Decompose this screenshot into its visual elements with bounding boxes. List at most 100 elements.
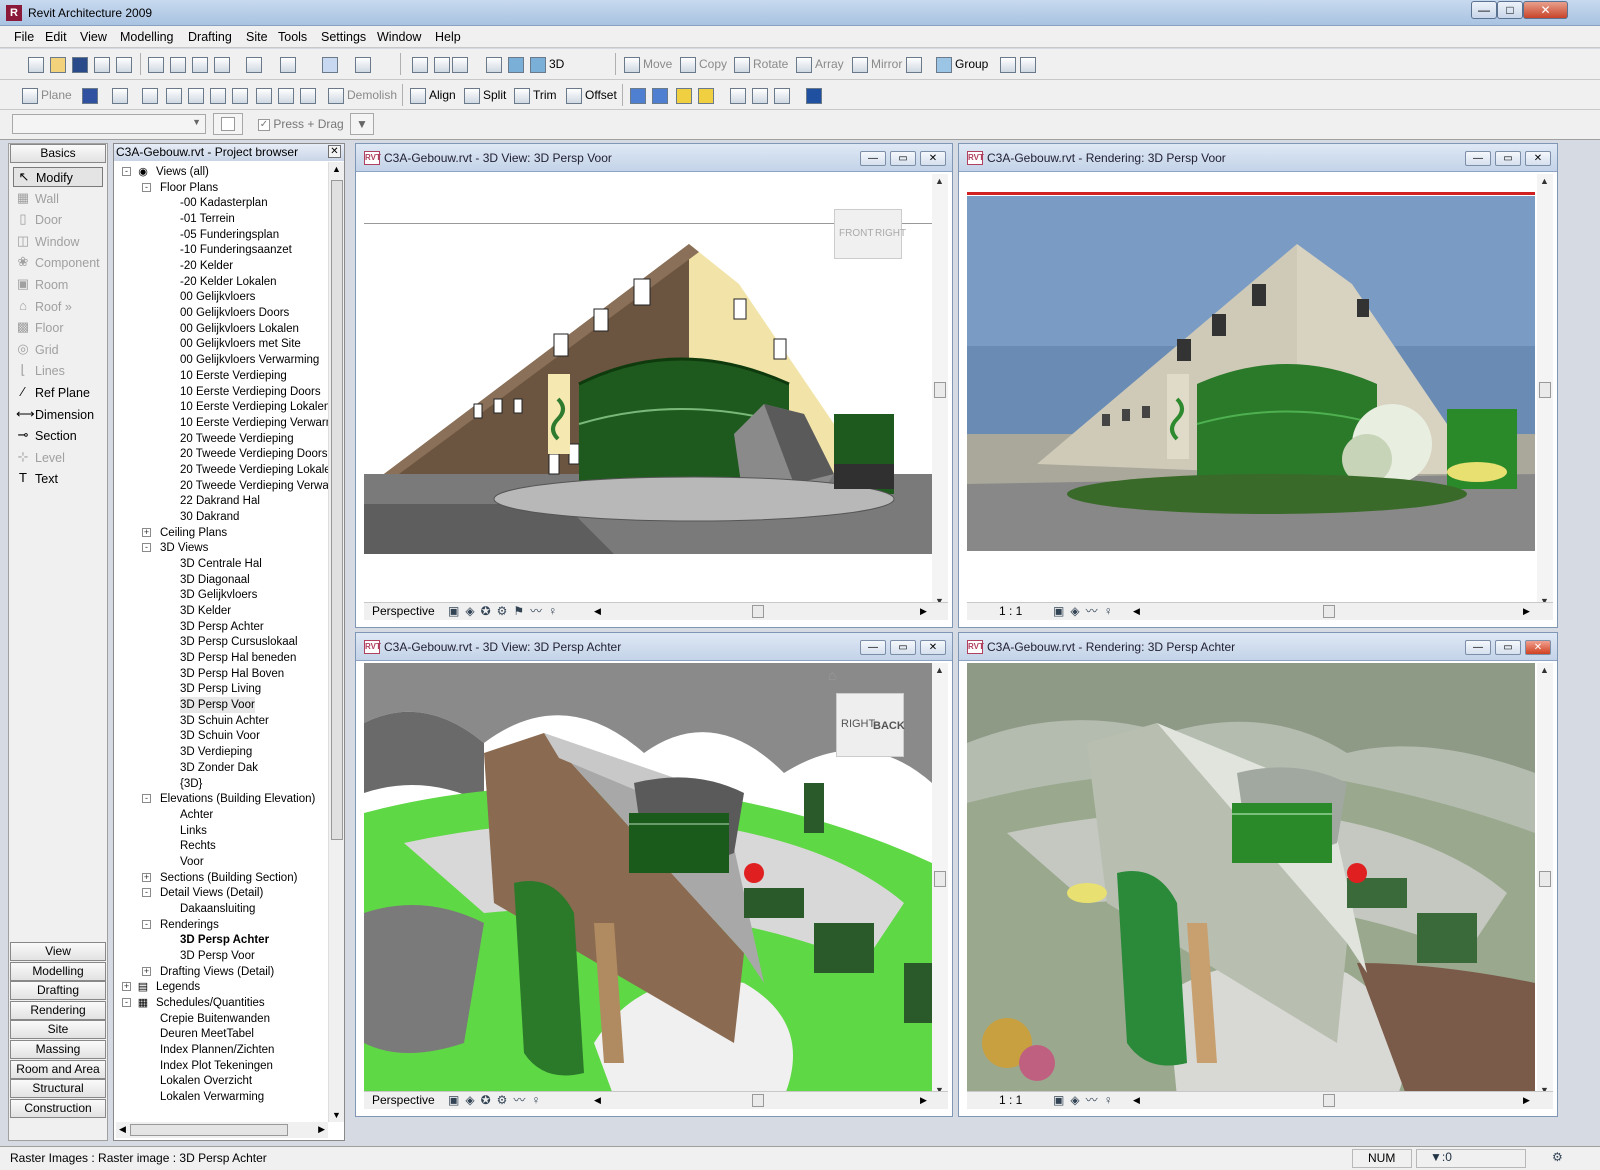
tree-view-node[interactable]: Achter <box>180 807 213 823</box>
view-window-3d-persp-achter[interactable]: RVT C3A-Gebouw.rvt - 3D View: 3D Persp A… <box>355 632 953 1117</box>
grid-snap-icon[interactable] <box>82 85 101 105</box>
minimize-button[interactable]: — <box>1471 1 1497 19</box>
design-bar-dimension-button[interactable]: ⟷ Dimension <box>13 405 103 425</box>
design-bar-level-button[interactable]: ⊹ Level <box>13 448 103 468</box>
scroll-left-icon[interactable]: ◀ <box>1133 603 1140 620</box>
tree-view-node[interactable]: 3D Persp Achter <box>180 932 269 948</box>
copy-clipboard-icon[interactable] <box>170 54 189 74</box>
paste-icon[interactable] <box>192 54 211 74</box>
tree-folder-node[interactable]: Detail Views (Detail) <box>160 885 263 901</box>
collapse-icon[interactable]: - <box>142 919 151 929</box>
tree-view-node[interactable]: 3D Persp Hal Boven <box>180 666 284 682</box>
worksharing-icon[interactable]: ⚙ <box>1552 1150 1563 1164</box>
design-bar-text-button[interactable]: T Text <box>13 469 103 489</box>
tree-view-node[interactable]: 30 Dakrand <box>180 509 239 525</box>
scroll-right-icon[interactable]: ▶ <box>1523 1092 1530 1109</box>
tree-view-node[interactable]: 3D Persp Voor <box>180 697 255 714</box>
split-button[interactable]: Split <box>464 85 506 105</box>
tab-massing[interactable]: Massing <box>10 1040 106 1059</box>
unjoin-icon[interactable] <box>232 85 251 105</box>
scroll-right-icon[interactable]: ▶ <box>920 1092 927 1109</box>
tree-folder-node[interactable]: Schedules/Quantities <box>156 995 265 1011</box>
collapse-icon[interactable]: - <box>142 888 151 898</box>
tree-view-node[interactable]: Rechts <box>180 838 216 854</box>
tree-view-node[interactable]: 20 Tweede Verdieping Doors <box>180 446 327 462</box>
move-button[interactable]: Move <box>624 54 672 74</box>
tree-view-node[interactable]: -05 Funderingsplan <box>180 227 279 243</box>
close-button[interactable]: ✕ <box>1523 1 1568 19</box>
tree-folder-node[interactable]: Drafting Views (Detail) <box>160 964 274 980</box>
group-button[interactable]: Group <box>936 54 988 74</box>
scroll-up-icon[interactable]: ▲ <box>935 665 944 675</box>
view-vertical-scrollbar[interactable]: ▲ ▼ <box>932 663 948 1097</box>
tree-view-node[interactable]: 3D Diagonaal <box>180 572 250 588</box>
design-bar-window-button[interactable]: ◫ Window <box>13 232 103 252</box>
home-icon[interactable]: ⌂ <box>828 667 846 683</box>
press-drag-option[interactable]: ✓ Press + Drag <box>258 114 344 134</box>
tree-view-node[interactable]: 22 Dakrand Hal <box>180 493 260 509</box>
split-face-icon[interactable] <box>256 85 275 105</box>
tree-folder-node[interactable]: Ceiling Plans <box>160 525 227 541</box>
window-minimize-button[interactable]: — <box>860 151 886 166</box>
design-bar-floor-button[interactable]: ▩ Floor <box>13 318 103 338</box>
tree-view-node[interactable]: 00 Gelijkvloers <box>180 289 255 305</box>
mirror-button[interactable]: Mirror <box>852 54 902 74</box>
tree-view-node[interactable]: 20 Tweede Verdieping <box>180 431 294 447</box>
tab-site[interactable]: Site <box>10 1020 106 1040</box>
view-vertical-scrollbar[interactable]: ▲ ▼ <box>1537 174 1553 608</box>
window-close-button[interactable]: ✕ <box>920 640 946 655</box>
tree-view-node[interactable]: 20 Tweede Verdieping Lokaler <box>180 462 328 478</box>
tree-view-node[interactable]: Voor <box>180 854 204 870</box>
view-control-icons[interactable]: ▣◈✪⚙⚑〰♀ <box>448 603 563 620</box>
match-type-icon[interactable] <box>752 85 771 105</box>
design-bar-lines-button[interactable]: ⌊ Lines <box>13 361 103 381</box>
save-icon[interactable] <box>72 54 91 74</box>
scroll-left-icon[interactable]: ◀ <box>119 1124 126 1135</box>
tree-view-node[interactable]: Dakaansluiting <box>180 901 255 917</box>
new-icon[interactable] <box>28 54 47 74</box>
viewport-3d[interactable]: RIGHT BACK ⌂ <box>364 663 932 1097</box>
schedule-icon[interactable] <box>806 85 825 105</box>
window-minimize-button[interactable]: — <box>860 640 886 655</box>
scroll-thumb[interactable] <box>934 871 946 887</box>
scroll-up-icon[interactable]: ▲ <box>332 164 341 174</box>
scroll-right-icon[interactable]: ▶ <box>318 1124 325 1135</box>
window-minimize-button[interactable]: — <box>1465 151 1491 166</box>
tree-view-node[interactable]: 3D Kelder <box>180 603 231 619</box>
scroll-thumb[interactable] <box>1539 871 1551 887</box>
view-scale-label[interactable]: Perspective <box>372 603 435 620</box>
tree-view-node[interactable]: 3D Schuin Achter <box>180 713 269 729</box>
thin-lines-icon[interactable] <box>322 54 341 74</box>
window-restore-button[interactable]: ▭ <box>890 151 916 166</box>
scroll-up-icon[interactable]: ▲ <box>1540 665 1549 675</box>
collapse-icon[interactable]: - <box>142 182 151 192</box>
menu-help[interactable]: Help <box>435 30 461 44</box>
tree-view-node[interactable]: -01 Terrein <box>180 211 235 227</box>
menu-edit[interactable]: Edit <box>45 30 67 44</box>
steering-wheel-icon[interactable] <box>412 54 431 74</box>
tree-view-node[interactable]: 3D Zonder Dak <box>180 760 258 776</box>
window-restore-button[interactable]: ▭ <box>1495 151 1521 166</box>
copy-button[interactable]: Copy <box>680 54 727 74</box>
tree-view-node[interactable]: 3D Centrale Hal <box>180 556 262 572</box>
design-bar-grid-button[interactable]: ◎ Grid <box>13 340 103 360</box>
scroll-thumb[interactable] <box>331 180 343 840</box>
offset-button[interactable]: Offset <box>566 85 617 105</box>
window-close-button[interactable]: ✕ <box>1525 640 1551 655</box>
tree-view-node[interactable]: 3D Persp Cursuslokaal <box>180 634 298 650</box>
tree-view-node[interactable]: 20 Tweede Verdieping Verwarm <box>180 478 328 494</box>
view-scale-label[interactable]: Perspective <box>372 1092 435 1109</box>
rendering-view[interactable] <box>967 174 1535 608</box>
menu-window[interactable]: Window <box>377 30 421 44</box>
menu-file[interactable]: File <box>14 30 34 44</box>
tree-view-node[interactable]: -20 Kelder Lokalen <box>180 274 277 290</box>
tree-view-node[interactable]: Links <box>180 823 207 839</box>
array-button[interactable]: Array <box>796 54 844 74</box>
horizontal-scroll-thumb[interactable] <box>752 1094 764 1107</box>
tree-folder-node[interactable]: Renderings <box>160 917 219 933</box>
tab-rendering[interactable]: Rendering <box>10 1000 106 1020</box>
expand-icon[interactable]: + <box>142 966 151 976</box>
horizontal-scroll-thumb[interactable] <box>752 605 764 618</box>
trim-button[interactable]: Trim <box>514 85 557 105</box>
tree-view-node[interactable]: 00 Gelijkvloers Lokalen <box>180 321 299 337</box>
